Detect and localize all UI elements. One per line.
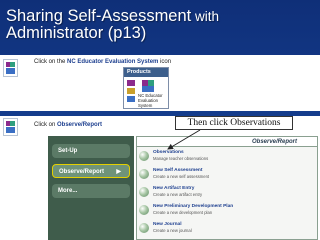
callout-arrow-icon bbox=[167, 129, 201, 150]
products-panel: Products NC Educator Evaluation System bbox=[123, 67, 169, 109]
product-label: NC Educator Evaluation System bbox=[138, 93, 168, 108]
step1-screenshot: Click on the NC Educator Evaluation Syst… bbox=[0, 55, 320, 157]
step2-screenshot: Click on Observe/Report Then click Obser… bbox=[0, 116, 320, 240]
products-header: Products bbox=[124, 68, 168, 77]
title-line2: Administrator (p13) bbox=[6, 24, 147, 42]
step1-suffix: icon bbox=[158, 59, 172, 65]
product-label-line2: Evaluation System bbox=[138, 98, 159, 108]
title-main: Sharing Self-Assessment bbox=[6, 7, 192, 25]
product-thumbnails bbox=[127, 80, 135, 108]
step1-prefix: Click on the bbox=[34, 59, 68, 65]
step1-instruction: Click on the NC Educator Evaluation Syst… bbox=[34, 59, 171, 65]
slide-title: Sharing Self-Assessment with Administrat… bbox=[6, 8, 219, 42]
nc-educator-logo-icon bbox=[3, 59, 18, 77]
title-with: with bbox=[191, 9, 220, 24]
nc-educator-evaluation-icon[interactable] bbox=[142, 80, 154, 92]
step1-link-text[interactable]: NC Educator Evaluation System bbox=[67, 59, 158, 65]
